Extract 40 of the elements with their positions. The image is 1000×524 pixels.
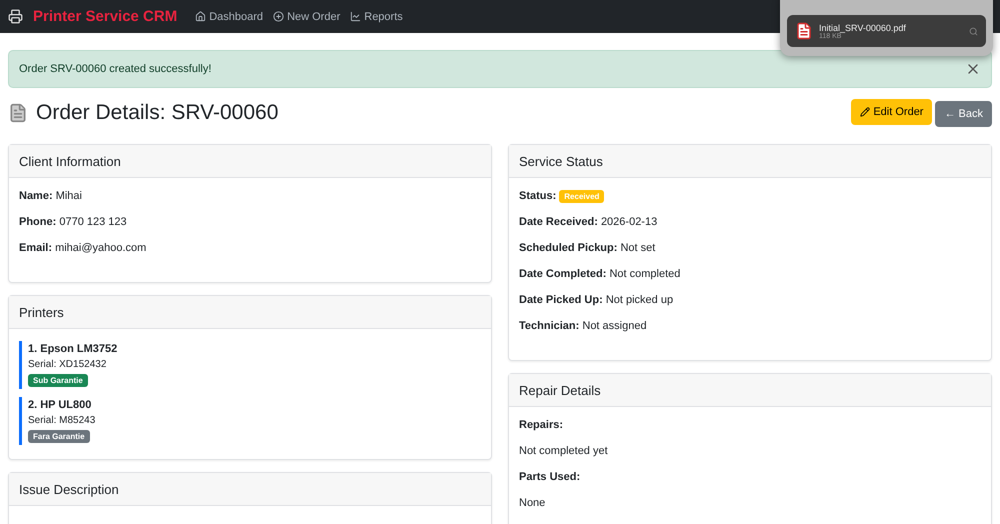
warranty-badge: Fara Garantie [28, 430, 90, 443]
field-label: Repairs: [519, 419, 564, 431]
printer-name: 2. HP UL800 [28, 399, 92, 411]
printer-serial: Serial: XD152432 [28, 359, 106, 370]
field-line: Email: mihai@yahoo.com [19, 242, 148, 254]
pdf-file-icon [795, 22, 813, 40]
house-icon [195, 11, 206, 22]
warranty-badge: Sub Garantie [28, 374, 88, 387]
field-line: Status: Received [519, 190, 981, 202]
search-icon[interactable] [969, 26, 978, 36]
field-line: Scheduled Pickup: Not set [519, 242, 656, 254]
printer-serial: Serial: M85243 [28, 415, 96, 426]
plus-circle-icon [273, 11, 284, 22]
card-title: Issue Description [9, 473, 491, 506]
field-line: Phone: 0770 123 123 [19, 216, 128, 228]
field-line: Date Completed: Not completed [519, 268, 682, 280]
line-chart-icon [350, 11, 362, 22]
card-title: Service Status [509, 145, 991, 178]
alert-message: Order SRV-00060 created successfully! [19, 63, 212, 75]
printer-icon [8, 9, 23, 24]
document-icon [8, 103, 28, 123]
page-title: Order Details: SRV-00060 [36, 101, 278, 125]
field-value: None [519, 497, 546, 509]
field-line: Date Picked Up: Not picked up [519, 294, 674, 306]
field-line: Technician: Not assigned [519, 320, 648, 332]
printer-name: 1. Epson LM3752 [28, 343, 118, 355]
back-button[interactable]: ← Back [935, 101, 992, 127]
card-title: Client Information [9, 145, 491, 178]
field-line: Name: Mihai [19, 190, 83, 202]
field-value: Not completed yet [519, 445, 609, 457]
nav-link[interactable]: New Order [273, 10, 340, 22]
nav-link[interactable]: Dashboard [195, 10, 264, 22]
edit-button[interactable]: Edit Order [851, 99, 932, 125]
field-line: Date Received: 2026-02-13 [519, 216, 658, 228]
field-label: Parts Used: [519, 471, 582, 483]
pencil-icon [860, 107, 870, 117]
card-title: Repair Details [509, 374, 991, 407]
card-title: Printers [9, 296, 491, 329]
nav-link[interactable]: Reports [350, 10, 403, 22]
file-name: Initial_SRV-00060.pdf [819, 22, 907, 32]
